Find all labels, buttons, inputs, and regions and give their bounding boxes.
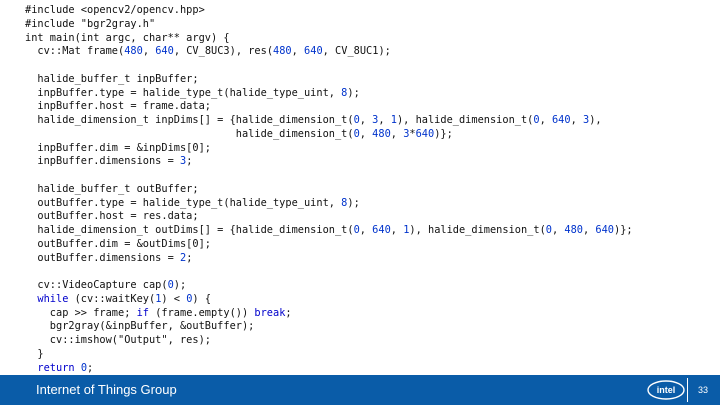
code-listing: #include <opencv2/opencv.hpp> #include "b… [25, 4, 633, 389]
code-line: halide_dimension_t inpDims[] = {halide_d… [25, 114, 602, 126]
code-line: #include "bgr2gray.h" [25, 17, 156, 30]
footer-bar: Internet of Things Group intel 33 [0, 375, 720, 405]
code-line: return 0; [37, 361, 94, 374]
code-line: cv::Mat frame(480, 640, CV_8UC3), res(48… [25, 45, 391, 58]
code-line: outBuffer.host = res.data; [25, 210, 199, 223]
code-line: outBuffer.dim = &outDims[0]; [25, 237, 211, 250]
code-line: } [25, 347, 44, 360]
code-line: outBuffer.type = halide_type_t(halide_ty… [25, 196, 360, 209]
intel-logo-icon: intel [647, 380, 685, 400]
code-line: int main(int argc, char** argv) { [25, 31, 230, 44]
code-line: while (cv::waitKey(1) < 0) { [37, 292, 212, 305]
code-line: cap >> frame; if (frame.empty()) break; [25, 306, 292, 319]
page-number: 33 [697, 385, 708, 395]
code-line: inpBuffer.dimensions = 3; [25, 155, 193, 168]
code-line: outBuffer.dimensions = 2; [25, 251, 193, 264]
code-line: halide_dimension_t outDims[] = {halide_d… [25, 224, 633, 236]
intel-logo-text: intel [657, 385, 676, 395]
footer-divider [687, 378, 688, 402]
group-name: Internet of Things Group [36, 382, 177, 397]
code-line: inpBuffer.dim = &inpDims[0]; [25, 141, 211, 154]
code-line: bgr2gray(&inpBuffer, &outBuffer); [25, 320, 255, 333]
code-line: halide_buffer_t inpBuffer; [25, 72, 199, 85]
code-line: inpBuffer.host = frame.data; [25, 100, 211, 113]
code-line: halide_buffer_t outBuffer; [25, 182, 199, 195]
code-line: cv::imshow("Output", res); [25, 334, 211, 346]
code-line: inpBuffer.type = halide_type_t(halide_ty… [25, 86, 360, 99]
code-line: halide_dimension_t(0, 480, 3*640)}; [25, 127, 453, 140]
code-line: #include <opencv2/opencv.hpp> [25, 4, 205, 16]
code-line: cv::VideoCapture cap(0); [25, 279, 187, 291]
